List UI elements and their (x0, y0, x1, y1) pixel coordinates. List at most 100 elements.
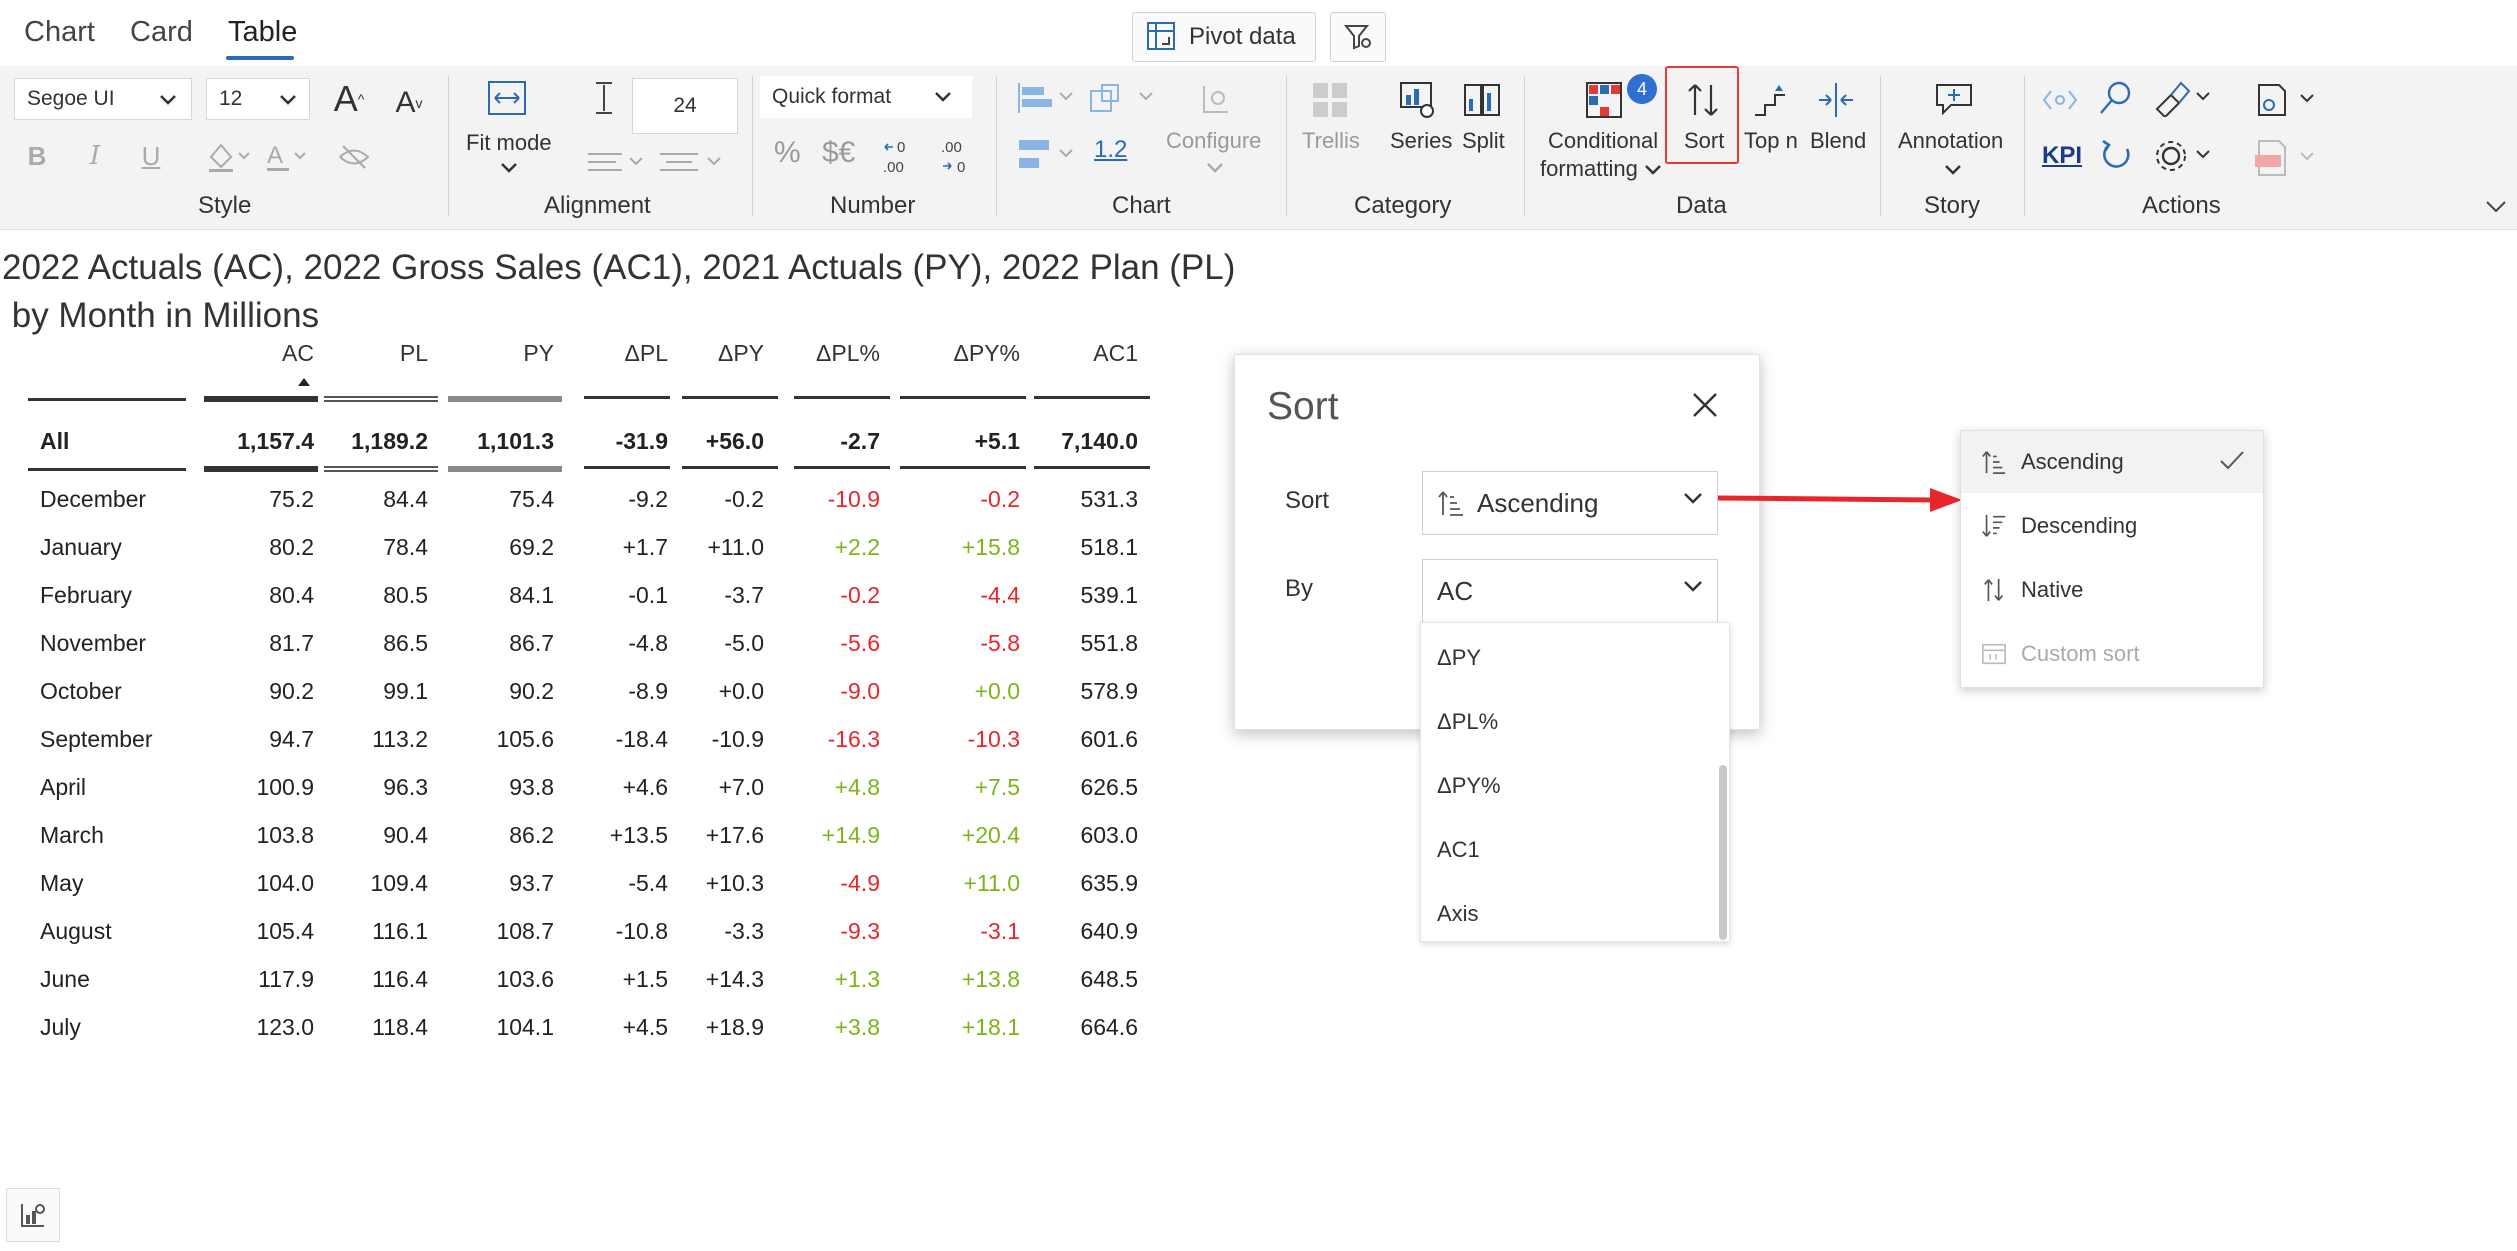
fit-mode-button[interactable]: Fit mode (466, 130, 552, 156)
align-left-icon[interactable] (586, 146, 650, 180)
blend-button[interactable]: Blend (1810, 128, 1866, 154)
chart-scale-button[interactable]: 1.2 (1094, 136, 1127, 164)
menu-item-label: Descending (2021, 513, 2138, 538)
kpi-button[interactable]: KPI (2042, 142, 2082, 170)
bold-icon[interactable]: B (22, 138, 52, 174)
tab-card[interactable]: Card (130, 16, 193, 49)
table-row[interactable]: December 75.2 84.4 75.4 -9.2 -0.2 -10.9 -0.2 531… (28, 476, 1158, 524)
column-header-bar (324, 396, 438, 402)
sort-by-option[interactable]: ΔPY% (1437, 773, 1501, 799)
table-cell: 551.8 (1080, 630, 1138, 656)
italic-icon[interactable]: I (80, 138, 110, 174)
configure-icon[interactable] (1196, 80, 1236, 120)
align-center-icon[interactable] (658, 146, 728, 180)
annotation-button[interactable]: Annotation (1898, 128, 2003, 154)
group-label-chart: Chart (1112, 192, 1171, 219)
font-family-select[interactable]: Segoe UI (14, 78, 192, 120)
trellis-icon[interactable] (1310, 80, 1350, 120)
tab-chart[interactable]: Chart (24, 16, 95, 49)
menu-item-descending[interactable]: Descending (1961, 495, 2263, 557)
currency-format-button[interactable]: $€ (822, 136, 855, 170)
trellis-button[interactable]: Trellis (1302, 128, 1360, 154)
column-header-7[interactable]: AC1 (938, 340, 1138, 367)
configure-button[interactable]: Configure (1166, 128, 1261, 154)
refresh-icon[interactable] (2096, 136, 2136, 176)
report-title: 2022 Actuals (AC), 2022 Gross Sales (AC1… (2, 244, 1235, 340)
blend-icon[interactable] (1816, 80, 1856, 120)
decrease-decimals-button[interactable]: 0.00 (880, 136, 924, 176)
menu-item-ascending[interactable]: Ascending (1961, 431, 2263, 493)
grow-font-icon[interactable]: A ^ (328, 78, 370, 120)
fit-mode-icon[interactable] (486, 78, 528, 118)
row-label: April (40, 774, 87, 800)
sort-by-option[interactable]: Axis (1437, 901, 1479, 927)
hide-icon[interactable] (336, 140, 372, 174)
title-line-2: by Month in Millions (2, 296, 320, 335)
custom-sort-icon (1982, 643, 2006, 665)
split-icon[interactable] (1462, 80, 1502, 120)
top-n-button[interactable]: Top n (1744, 128, 1798, 154)
table-row[interactable]: April 100.9 96.3 93.8 +4.6 +7.0 +4.8 +7.5 626.5 (28, 764, 1158, 812)
table-row[interactable]: February 80.4 80.5 84.1 -0.1 -3.7 -0.2 -4.4 539.… (28, 572, 1158, 620)
group-label-number: Number (830, 192, 916, 219)
tab-table[interactable]: Table (228, 16, 297, 49)
sort-order-value: Ascending (1477, 487, 1599, 518)
label-column-rule (28, 468, 186, 471)
annotation-icon[interactable] (1932, 78, 1976, 118)
sort-by-select[interactable]: AC (1422, 559, 1718, 623)
pdf-export-icon[interactable] (2252, 138, 2322, 178)
conditional-formatting-label-2[interactable]: formatting (1540, 156, 1638, 182)
series-icon[interactable] (1398, 80, 1438, 120)
percent-format-button[interactable]: % (774, 136, 801, 170)
table-row[interactable]: May 104.0 109.4 93.7 -5.4 +10.3 -4.9 +11.0 635.9 (28, 860, 1158, 908)
increase-decimals-button[interactable]: .00 0 (936, 136, 980, 176)
table-cell: 539.1 (1080, 582, 1138, 608)
chart-settings-button[interactable] (6, 1188, 60, 1242)
chart-layout-icon[interactable] (1016, 80, 1080, 116)
pivot-data-button[interactable]: Pivot data (1132, 12, 1316, 62)
table-row[interactable]: January 80.2 78.4 69.2 +1.7 +11.0 +2.2 +15.8 518… (28, 524, 1158, 572)
collapse-ribbon-icon[interactable] (2485, 200, 2507, 214)
shrink-font-icon[interactable]: Av (388, 82, 430, 124)
underline-icon[interactable]: U (136, 138, 166, 174)
table-row[interactable]: March 103.8 90.4 86.2 +13.5 +17.6 +14.9 +20.4 60… (28, 812, 1158, 860)
total-row-bar (682, 466, 778, 469)
table-row[interactable]: August 105.4 116.1 108.7 -10.8 -3.3 -9.3 -3.1 64… (28, 908, 1158, 956)
total-row[interactable]: All 1,157.4 1,189.2 1,101.3 -31.9 +56.0 -2.7 +5… (28, 418, 1158, 466)
filter-settings-button[interactable] (1330, 12, 1386, 62)
table-row[interactable]: November 81.7 86.5 86.7 -4.8 -5.0 -5.6 -5.8 551.… (28, 620, 1158, 668)
split-button[interactable]: Split (1462, 128, 1505, 154)
font-size-select[interactable]: 12 (206, 78, 310, 120)
chevron-down-icon (1645, 165, 1661, 175)
table-row[interactable]: July 123.0 118.4 104.1 +4.5 +18.9 +3.8 +18.1 664… (28, 1004, 1158, 1052)
fill-color-icon[interactable] (204, 138, 254, 174)
link-icon[interactable] (2040, 82, 2080, 118)
conditional-formatting-icon[interactable] (1584, 80, 1624, 120)
sort-by-option[interactable]: AC1 (1437, 837, 1480, 863)
row-height-input[interactable]: 24 (632, 78, 738, 134)
row-label: All (40, 428, 70, 454)
export-settings-icon[interactable] (2252, 80, 2322, 120)
total-row-bar (1034, 466, 1150, 469)
format-painter-icon[interactable] (2150, 78, 2214, 118)
quick-format-select[interactable]: Quick format (760, 76, 972, 118)
table-row[interactable]: October 90.2 99.1 90.2 -8.9 +0.0 -9.0 +0.0 578.9 (28, 668, 1158, 716)
conditional-formatting-label[interactable]: Conditional (1548, 128, 1658, 154)
table-cell: 603.0 (1080, 822, 1138, 848)
sort-label: Sort (1684, 128, 1725, 153)
sort-by-option[interactable]: ΔPY (1437, 645, 1481, 671)
chart-arrange-icon[interactable] (1088, 80, 1160, 116)
font-color-icon[interactable]: A (262, 138, 312, 174)
search-icon[interactable] (2096, 78, 2136, 118)
close-icon[interactable] (1691, 391, 1719, 419)
sort-order-select[interactable]: Ascending (1422, 471, 1718, 535)
chart-variance-icon[interactable] (1016, 136, 1080, 176)
series-button[interactable]: Series (1390, 128, 1452, 154)
settings-gear-icon[interactable] (2152, 136, 2216, 176)
sort-by-option[interactable]: ΔPL% (1437, 709, 1498, 735)
table-row[interactable]: September 94.7 113.2 105.6 -18.4 -10.9 -16.3 -1… (28, 716, 1158, 764)
menu-item-native[interactable]: Native (1961, 559, 2263, 621)
top-n-icon[interactable] (1750, 80, 1790, 120)
dropdown-scrollbar[interactable] (1719, 765, 1727, 940)
table-row[interactable]: June 117.9 116.4 103.6 +1.5 +14.3 +1.3 +13.8 648… (28, 956, 1158, 1004)
